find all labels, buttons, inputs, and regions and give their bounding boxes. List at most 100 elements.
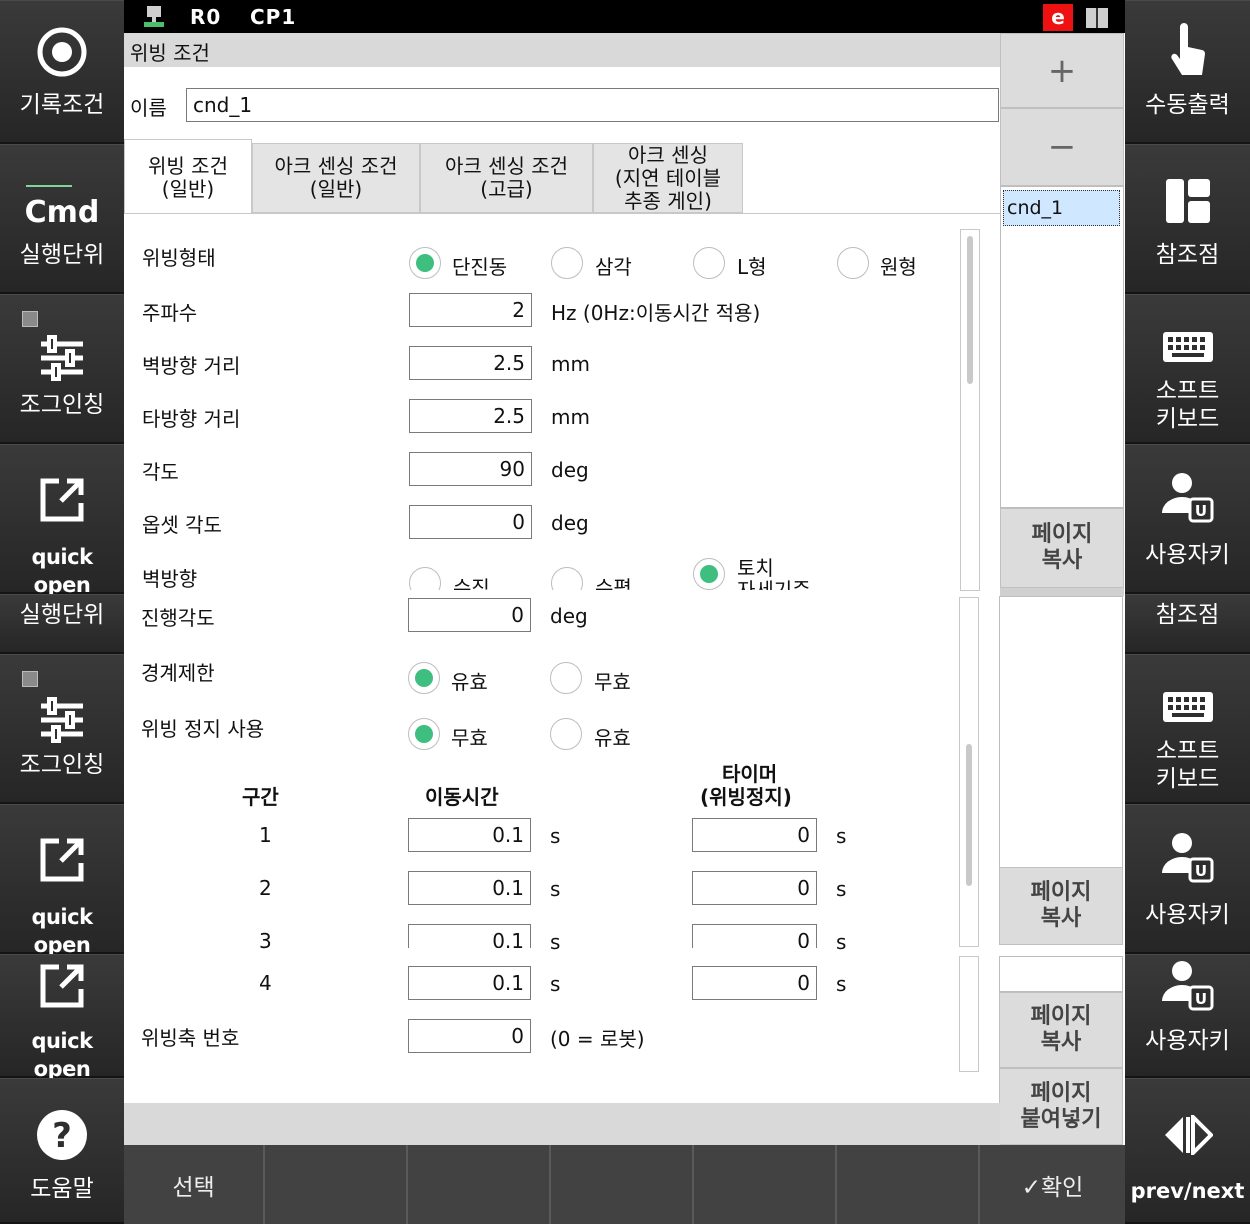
name-input[interactable]: cnd_1 [186,88,999,122]
travel-angle-input[interactable]: 0 [408,598,531,632]
record-icon [0,25,124,79]
page-copy-button-3[interactable]: 페이지 복사 [999,992,1123,1068]
function-key-6[interactable] [837,1145,980,1224]
quick-open-button[interactable]: quick open [0,444,124,597]
exec-unit-label: 실행단위 [19,242,105,268]
radio-label: 삼각 [595,255,632,279]
record-condition-button[interactable]: 기록조건 [0,0,124,144]
jog-inching-button-2[interactable]: 조그인칭 [0,654,124,804]
scrollbar-middle[interactable] [959,597,979,947]
radio-stop-invalid[interactable] [408,718,440,750]
move-time-input[interactable]: 0.1 [408,818,531,852]
frequency-input[interactable]: 2 [409,293,532,327]
prev-next-button[interactable]: prev/next [1125,1078,1250,1224]
timer-input[interactable]: 0 [692,966,817,1000]
layout-icon [1125,179,1250,223]
radio-torch[interactable] [693,558,725,590]
timer-input[interactable]: 0 [692,818,817,852]
tab-label: (지연 테이블 [614,165,722,190]
ref-point-button[interactable]: 참조점 [1125,144,1250,294]
exec-unit-button-2[interactable]: 실행단위 [0,594,124,654]
jog-inching-button[interactable]: 조그인칭 [0,294,124,444]
add-condition-button[interactable]: + [1000,33,1124,108]
bottom-strip [124,1103,1000,1145]
scrollbar-upper[interactable] [960,229,980,591]
list-item[interactable]: cnd_1 [1003,190,1120,226]
remove-condition-button[interactable]: − [1000,108,1124,186]
move-time-input[interactable]: 0.1 [408,871,531,905]
user-key-button[interactable]: U 사용자키 [1125,444,1250,594]
radio-label: 무효 [594,670,631,694]
section-header: 구간 [242,785,279,809]
condition-list[interactable] [1000,186,1124,508]
select-button[interactable]: 선택 [124,1145,265,1224]
user-key-label-2: 사용자키 [1145,902,1230,928]
row3-move-clip: 0.1 [408,924,532,948]
exec-unit-button[interactable]: Cmd 실행단위 [0,144,124,294]
manual-output-label: 수동출력 [1145,92,1230,118]
page-copy-button-2[interactable]: 페이지 복사 [999,867,1123,945]
user-key-button-2[interactable]: U 사용자키 [1125,804,1250,954]
page-paste-button[interactable]: 페이지 붙여넣기 [999,1068,1123,1145]
jog-checkbox-2[interactable] [22,671,38,687]
timer-input[interactable]: 0 [692,871,817,905]
manual-output-button[interactable]: 수동출력 [1125,0,1250,144]
move-time-input[interactable]: 0.1 [408,924,531,948]
external-open-icon [0,475,124,525]
move-time-input[interactable]: 0.1 [408,966,531,1000]
wall-direction-label: 벽방향 [142,567,198,591]
confirm-button[interactable]: ✓확인 [980,1145,1125,1224]
tab-arc-sensing-advanced[interactable]: 아크 센싱 조건 (고급) [420,143,593,213]
radio-limit-invalid[interactable] [550,662,582,694]
network-icon [144,6,164,32]
soft-keyboard-button[interactable]: 소프트 키보드 [1125,294,1250,444]
minus-icon: − [1047,127,1077,167]
quick-open-button-3[interactable]: quick open [0,954,124,1081]
radio-stop-valid[interactable] [550,718,582,750]
soft-keyboard-button-2[interactable]: 소프트 키보드 [1125,654,1250,804]
tab-label: 추종 게인) [624,188,712,213]
condition-list-3[interactable] [999,956,1123,992]
function-key-4[interactable] [551,1145,694,1224]
tab-arc-sensing-delay-table[interactable]: 아크 센싱 (지연 테이블 추종 게인) [593,143,743,213]
sliders-icon [0,335,124,381]
page-copy-button[interactable]: 페이지 복사 [1000,508,1124,588]
help-button[interactable]: ? 도움말 [0,1078,124,1224]
ref-point-button-2[interactable]: 참조점 [1125,594,1250,654]
other-distance-label: 타방향 거리 [142,407,241,431]
timer-input[interactable]: 0 [692,924,817,948]
ref-point-label-2: 참조점 [1155,602,1220,628]
book-icon[interactable] [1086,8,1108,32]
radio-simple-harmonic[interactable] [409,247,441,279]
function-key-2[interactable] [265,1145,408,1224]
tab-weaving-general[interactable]: 위빙 조건 (일반) [124,139,252,215]
wall-distance-input[interactable]: 2.5 [409,346,532,380]
tab-arc-sensing-general[interactable]: 아크 센싱 조건 (일반) [252,143,420,213]
weave-axis-input[interactable]: 0 [408,1019,531,1053]
scrollbar-lower[interactable] [959,956,979,1072]
soft-keyboard-label-2: 키보드 [1155,406,1220,432]
radio-l-shape[interactable] [693,247,725,279]
condition-list-2[interactable] [999,596,1123,868]
scrollbar-thumb[interactable] [966,744,972,886]
weave-type-label: 위빙형태 [142,246,216,270]
jog-checkbox[interactable] [22,311,38,327]
radio-limit-valid[interactable] [408,662,440,694]
form-panel [124,213,1000,1095]
move-time-unit: s [550,824,561,848]
function-key-5[interactable] [694,1145,837,1224]
radio-label: 유효 [451,670,488,694]
quick-open-button-2[interactable]: quick open [0,804,124,957]
radio-circle[interactable] [837,247,869,279]
user-key-button-3[interactable]: U 사용자키 [1125,954,1250,1078]
tab-label: 아크 센싱 조건 [274,154,398,178]
scrollbar-thumb[interactable] [967,236,973,384]
angle-input[interactable]: 90 [409,452,532,486]
radio-triangle[interactable] [551,247,583,279]
offset-angle-input[interactable]: 0 [409,505,532,539]
error-badge[interactable]: e [1043,4,1073,31]
other-distance-input[interactable]: 2.5 [409,399,532,433]
function-key-3[interactable] [408,1145,551,1224]
radio-vertical[interactable] [409,567,441,590]
radio-horizontal[interactable] [551,567,583,590]
